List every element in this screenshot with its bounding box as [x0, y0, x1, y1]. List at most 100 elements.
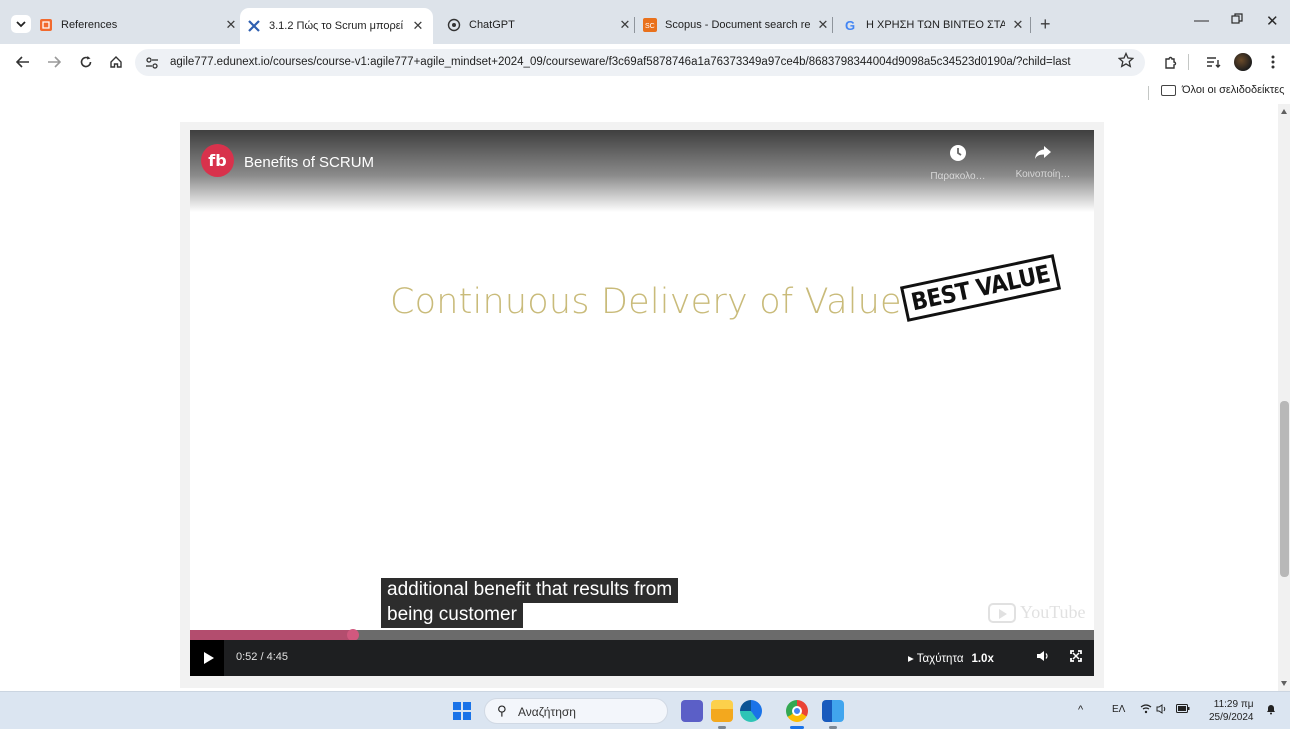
- word-app-icon[interactable]: [822, 700, 844, 729]
- share-button[interactable]: Κοινοποίη…: [1008, 144, 1078, 180]
- scroll-down-icon[interactable]: [1281, 681, 1287, 686]
- speaker-icon[interactable]: [1156, 704, 1168, 717]
- share-label: Κοινοποίη…: [1015, 169, 1071, 180]
- slide-heading: Continuous Delivery of Value: [390, 282, 902, 322]
- close-icon[interactable]: ✕: [618, 17, 632, 32]
- tab-scopus[interactable]: SC Scopus - Document search resu ✕: [642, 10, 830, 40]
- taskbar-search[interactable]: ⚲ Αναζήτηση: [484, 698, 668, 724]
- search-icon: ⚲: [497, 703, 507, 718]
- chatgpt-favicon-icon: [446, 17, 462, 33]
- tab-divider: [634, 17, 635, 33]
- windows-logo-icon: [453, 702, 461, 710]
- channel-logo-text: fb: [208, 151, 227, 170]
- search-placeholder: Αναζήτηση: [518, 705, 576, 719]
- all-bookmarks-label: Όλοι οι σελιδοδείκτες: [1182, 84, 1285, 96]
- close-window-button[interactable]: ✕: [1266, 12, 1279, 30]
- menu-button[interactable]: [1263, 53, 1283, 71]
- teams-app-icon[interactable]: [681, 700, 703, 722]
- forward-button[interactable]: [44, 53, 64, 71]
- volume-icon: [1037, 651, 1048, 661]
- volume-button[interactable]: [1036, 650, 1050, 665]
- subtitle-caption: additional benefit that results from bei…: [381, 578, 679, 628]
- profile-avatar[interactable]: [1234, 53, 1252, 71]
- edge-app-icon[interactable]: [740, 700, 762, 722]
- scrollbar-thumb[interactable]: [1280, 401, 1289, 577]
- system-clock[interactable]: 11:29 πμ 25/9/2024: [1209, 698, 1254, 724]
- fullscreen-button[interactable]: [1070, 650, 1082, 665]
- clock-icon: [950, 145, 966, 161]
- input-language[interactable]: ΕΛ: [1112, 704, 1125, 715]
- back-button[interactable]: [13, 53, 33, 71]
- tab-active-course[interactable]: 3.1.2 Πώς το Scrum μπορεί να ✕: [240, 8, 433, 44]
- progress-bar[interactable]: [190, 629, 1094, 641]
- youtube-watermark[interactable]: YouTube: [988, 602, 1086, 623]
- reading-list-button[interactable]: [1203, 53, 1223, 71]
- close-icon[interactable]: ✕: [816, 17, 830, 32]
- tab-title: References: [61, 19, 118, 31]
- tab-title: Η ΧΡΗΣΗ ΤΩΝ ΒΙΝΤΕΟ ΣΤΑ ΜΟ: [866, 19, 1005, 31]
- watch-later-button[interactable]: Παρακολο…: [923, 144, 993, 182]
- tab-search-button[interactable]: [11, 15, 31, 33]
- share-arrow-icon: [1035, 146, 1051, 159]
- tab-google[interactable]: G Η ΧΡΗΣΗ ΤΩΝ ΒΙΝΤΕΟ ΣΤΑ ΜΟ ✕: [843, 10, 1025, 40]
- file-explorer-icon[interactable]: [711, 700, 733, 729]
- battery-icon[interactable]: [1176, 704, 1190, 716]
- scroll-up-icon[interactable]: [1281, 109, 1287, 114]
- address-bar[interactable]: agile777.edunext.io/courses/course-v1:ag…: [135, 49, 1145, 76]
- bookmarks-bar: Όλοι οι σελιδοδείκτες: [0, 80, 1290, 104]
- speed-value: 1.0x: [971, 653, 994, 665]
- home-icon: [110, 56, 122, 68]
- youtube-player[interactable]: fb Benefits of SCRUM Παρακολο… Κοινοποίη…: [190, 130, 1094, 676]
- start-button[interactable]: [453, 702, 471, 720]
- toolbar-divider: [1187, 53, 1189, 71]
- close-icon[interactable]: ✕: [411, 18, 425, 33]
- youtube-logo-icon: [988, 602, 1016, 623]
- new-tab-button[interactable]: +: [1040, 14, 1051, 35]
- wifi-icon[interactable]: [1140, 704, 1152, 717]
- restore-icon: [1231, 13, 1243, 24]
- restore-button[interactable]: [1231, 12, 1243, 29]
- folder-icon: [1161, 84, 1176, 96]
- tab-divider: [832, 17, 833, 33]
- page-scrollbar[interactable]: [1278, 104, 1290, 691]
- bookmarks-divider: [1148, 86, 1149, 100]
- svg-text:G: G: [845, 18, 855, 32]
- reload-button[interactable]: [76, 53, 96, 71]
- time-display: 0:52 / 4:45: [236, 651, 288, 663]
- progress-fill: [190, 630, 353, 640]
- scopus-favicon-icon: SC: [642, 17, 658, 33]
- chevron-down-icon: [16, 21, 26, 28]
- clock-date: 25/9/2024: [1209, 712, 1254, 723]
- best-value-stamp: BEST VALUE: [899, 254, 1062, 322]
- more-vertical-icon: [1271, 55, 1275, 69]
- minimize-button[interactable]: —: [1194, 12, 1209, 29]
- edx-favicon-icon: [246, 18, 262, 34]
- chrome-app-icon[interactable]: [786, 700, 808, 729]
- notifications-icon[interactable]: [1265, 703, 1277, 718]
- tab-references[interactable]: References ✕: [38, 10, 238, 40]
- caret-right-icon: ▸: [908, 653, 917, 665]
- site-settings-icon[interactable]: [144, 55, 160, 71]
- close-icon[interactable]: ✕: [1011, 17, 1025, 32]
- caption-line: additional benefit that results from: [381, 578, 679, 603]
- tray-overflow-icon[interactable]: ^: [1078, 704, 1083, 716]
- windows-taskbar: ⚲ Αναζήτηση ^ ΕΛ 11:29 πμ 25/9/2024: [0, 691, 1290, 729]
- bookmark-star-icon[interactable]: [1117, 51, 1136, 70]
- tab-strip: References ✕ 3.1.2 Πώς το Scrum μπορεί ν…: [0, 0, 1290, 44]
- speed-control[interactable]: ▸ Ταχύτητα 1.0x: [908, 651, 994, 665]
- play-button[interactable]: [190, 640, 224, 676]
- tab-chatgpt[interactable]: ChatGPT ✕: [446, 10, 632, 40]
- close-icon[interactable]: ✕: [224, 17, 238, 32]
- tab-title: ChatGPT: [469, 19, 515, 31]
- tab-title: 3.1.2 Πώς το Scrum μπορεί να: [269, 20, 405, 32]
- url-text[interactable]: agile777.edunext.io/courses/course-v1:ag…: [170, 56, 1071, 68]
- watch-later-label: Παρακολο…: [930, 171, 986, 182]
- channel-logo[interactable]: fb: [201, 144, 234, 177]
- speed-label: Ταχύτητα: [916, 653, 964, 665]
- video-title[interactable]: Benefits of SCRUM: [244, 154, 374, 171]
- extensions-button[interactable]: [1160, 53, 1180, 71]
- home-button[interactable]: [106, 53, 126, 71]
- fullscreen-icon: [1070, 650, 1082, 662]
- all-bookmarks-button[interactable]: Όλοι οι σελιδοδείκτες: [1161, 84, 1285, 96]
- arrow-left-icon: [16, 56, 29, 68]
